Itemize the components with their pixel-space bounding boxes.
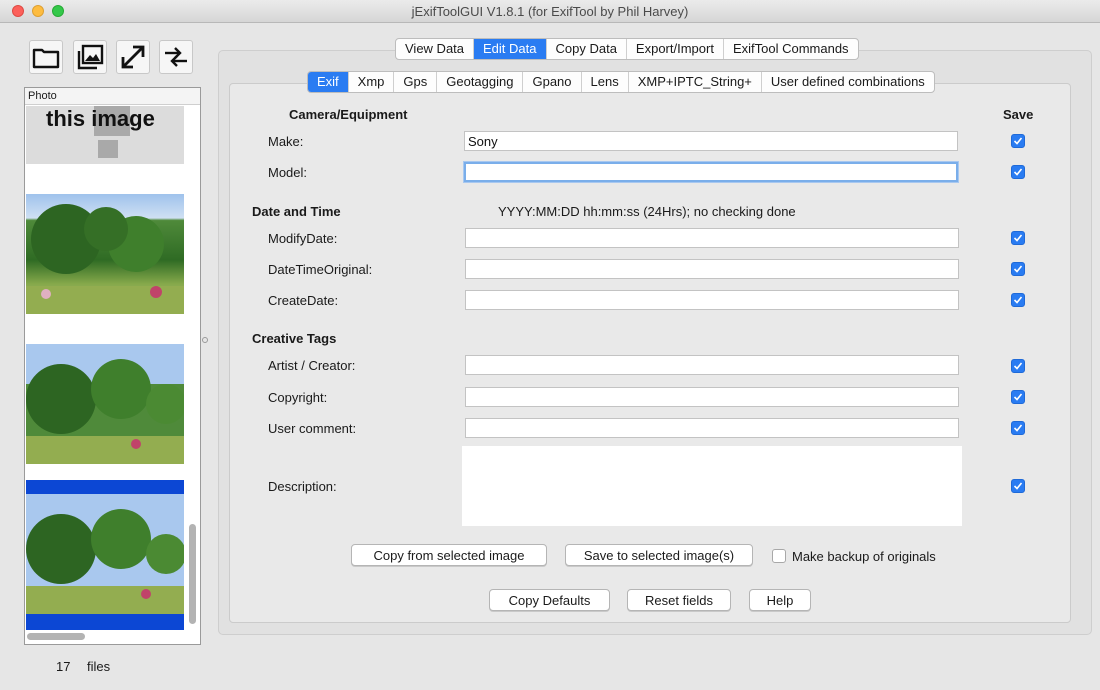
subtab-lens[interactable]: Lens (582, 72, 629, 92)
help-button[interactable]: Help (749, 589, 811, 611)
usercomment-save-checkbox[interactable] (1011, 421, 1025, 435)
model-input[interactable] (464, 162, 958, 182)
close-window-button[interactable] (12, 5, 24, 17)
subtab-geotagging[interactable]: Geotagging (437, 72, 524, 92)
thumbnail-column-header: Photo (25, 88, 200, 105)
split-pane-divider[interactable] (202, 337, 208, 343)
copy-from-selected-button[interactable]: Copy from selected image (351, 544, 547, 566)
thumbnail-garden-2[interactable] (26, 344, 184, 464)
fullscreen-button[interactable] (116, 40, 150, 74)
copyright-label: Copyright: (268, 390, 328, 405)
placeholder-shape (98, 140, 118, 158)
checkmark-icon (1013, 482, 1023, 490)
creative-section-heading: Creative Tags (252, 331, 337, 346)
window-titlebar: jExifToolGUI V1.8.1 (for ExifTool by Phi… (0, 0, 1100, 23)
compare-button[interactable] (159, 40, 193, 74)
usercomment-label: User comment: (268, 421, 357, 436)
description-save-checkbox[interactable] (1011, 479, 1025, 493)
description-textarea[interactable] (462, 446, 962, 526)
checkmark-icon (1013, 168, 1023, 176)
subtab-exif[interactable]: Exif (308, 72, 349, 92)
thumbnail-panel[interactable]: Photo this image (24, 87, 201, 645)
description-label: Description: (268, 479, 337, 494)
tab-exiftool-commands[interactable]: ExifTool Commands (724, 39, 858, 59)
folder-icon (32, 48, 60, 69)
artist-input[interactable] (465, 355, 959, 375)
thumbnail-vertical-scrollbar[interactable] (189, 524, 196, 624)
checkmark-icon (1013, 424, 1023, 432)
copyright-save-checkbox[interactable] (1011, 390, 1025, 404)
image-gallery-icon (77, 44, 104, 70)
datetimeoriginal-label: DateTimeOriginal: (268, 262, 373, 277)
open-folder-button[interactable] (29, 40, 63, 74)
save-to-selected-button[interactable]: Save to selected image(s) (565, 544, 753, 566)
load-images-button[interactable] (73, 40, 107, 74)
tab-copy-data[interactable]: Copy Data (547, 39, 627, 59)
modifydate-save-checkbox[interactable] (1011, 231, 1025, 245)
subtab-xmp[interactable]: Xmp (349, 72, 395, 92)
thumbnail-placeholder[interactable]: this image (26, 106, 184, 164)
artist-label: Artist / Creator: (268, 358, 356, 373)
save-column-heading: Save (1003, 107, 1034, 122)
datetimeoriginal-input[interactable] (465, 259, 959, 279)
make-label: Make: (268, 134, 304, 149)
subtab-user-defined[interactable]: User defined combinations (762, 72, 934, 92)
datetime-section-heading: Date and Time (252, 204, 341, 219)
model-label: Model: (268, 165, 308, 180)
maximize-window-button[interactable] (52, 5, 64, 17)
checkmark-icon (1013, 265, 1023, 273)
tab-edit-data[interactable]: Edit Data (474, 39, 547, 59)
artist-save-checkbox[interactable] (1011, 359, 1025, 373)
main-tab-bar: View Data Edit Data Copy Data Export/Imp… (395, 38, 859, 60)
datetimeoriginal-save-checkbox[interactable] (1011, 262, 1025, 276)
copy-defaults-button[interactable]: Copy Defaults (489, 589, 610, 611)
file-count-label: files (87, 659, 111, 674)
thumbnail-selected[interactable] (26, 480, 184, 630)
file-count: 17 (56, 659, 71, 674)
camera-section-heading: Camera/Equipment (289, 107, 408, 122)
thumbnail-garden-1[interactable] (26, 194, 184, 314)
copyright-input[interactable] (465, 387, 959, 407)
checkmark-icon (1013, 234, 1023, 242)
garden-photo-icon (26, 494, 184, 614)
tab-export-import[interactable]: Export/Import (627, 39, 724, 59)
model-save-checkbox[interactable] (1011, 165, 1025, 179)
placeholder-text: this image (46, 106, 155, 131)
checkmark-icon (1013, 393, 1023, 401)
minimize-window-button[interactable] (32, 5, 44, 17)
window-title: jExifToolGUI V1.8.1 (for ExifTool by Phi… (411, 4, 689, 19)
make-backup-checkbox[interactable] (772, 549, 786, 563)
datetime-format-hint: YYYY:MM:DD hh:mm:ss (24Hrs); no checking… (498, 204, 796, 219)
usercomment-input[interactable] (465, 418, 959, 438)
createdate-label: CreateDate: (268, 293, 339, 308)
reset-fields-button[interactable]: Reset fields (627, 589, 731, 611)
createdate-input[interactable] (465, 290, 959, 310)
make-backup-label: Make backup of originals (792, 549, 936, 564)
sub-tab-bar: Exif Xmp Gps Geotagging Gpano Lens XMP+I… (307, 71, 935, 93)
make-input[interactable] (464, 131, 958, 151)
garden-photo-icon (26, 204, 184, 314)
subtab-gpano[interactable]: Gpano (523, 72, 582, 92)
modifydate-label: ModifyDate: (268, 231, 338, 246)
make-save-checkbox[interactable] (1011, 134, 1025, 148)
garden-photo-icon (26, 344, 184, 464)
compare-arrows-icon (165, 47, 187, 67)
thumbnail-horizontal-scrollbar[interactable] (27, 633, 85, 640)
subtab-gps[interactable]: Gps (394, 72, 438, 92)
checkmark-icon (1013, 362, 1023, 370)
tab-view-data[interactable]: View Data (396, 39, 475, 59)
subtab-xmp-iptc-string[interactable]: XMP+IPTC_String+ (629, 72, 762, 92)
expand-arrows-icon (121, 45, 145, 69)
checkmark-icon (1013, 137, 1023, 145)
modifydate-input[interactable] (465, 228, 959, 248)
checkmark-icon (1013, 296, 1023, 304)
createdate-save-checkbox[interactable] (1011, 293, 1025, 307)
